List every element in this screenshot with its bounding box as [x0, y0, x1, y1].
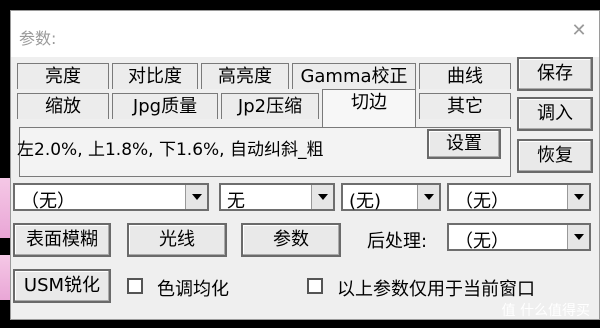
tab-crop-edge[interactable]: 切边	[322, 89, 416, 127]
post-process-select[interactable]: （无）	[447, 223, 591, 252]
load-button[interactable]: 调入	[517, 97, 593, 131]
tab-other[interactable]: 其它	[419, 93, 511, 119]
usm-sharpen-button[interactable]: USM锐化	[13, 269, 111, 303]
surface-blur-button[interactable]: 表面模糊	[13, 223, 111, 257]
tab-jpg-quality[interactable]: Jpg质量	[112, 93, 218, 119]
chevron-down-icon[interactable]	[311, 185, 333, 209]
current-window-only-checkbox[interactable]	[307, 278, 323, 294]
title-bar: 参数: ✕	[11, 11, 599, 57]
chevron-down-icon[interactable]	[567, 225, 589, 249]
restore-button[interactable]: 恢复	[517, 139, 593, 173]
lighting-button[interactable]: 光线	[127, 223, 227, 257]
tab-curve[interactable]: 曲线	[419, 63, 511, 89]
filter-select-4[interactable]: （无）	[447, 183, 591, 212]
filter-select-1-value: （无）	[21, 191, 75, 212]
tab-highlight[interactable]: 高亮度	[201, 63, 289, 89]
settings-button[interactable]: 设置	[427, 129, 501, 159]
tab-contrast[interactable]: 对比度	[112, 63, 198, 89]
filter-select-2-value: 无	[227, 191, 245, 212]
chevron-down-icon[interactable]	[185, 185, 207, 209]
tab-gamma[interactable]: Gamma校正	[292, 63, 416, 89]
parameters-button[interactable]: 参数	[241, 223, 341, 257]
tone-equalize-checkbox[interactable]	[127, 278, 143, 294]
filter-select-1[interactable]: （无）	[13, 183, 209, 212]
tab-scale[interactable]: 缩放	[17, 93, 109, 119]
tab-jp2-compression[interactable]: Jp2压缩	[221, 93, 319, 119]
post-process-label: 后处理:	[367, 231, 428, 252]
chevron-down-icon[interactable]	[417, 185, 439, 209]
post-process-value: （无）	[455, 231, 509, 252]
watermark: 值 什么值得买	[501, 303, 590, 319]
tone-equalize-label: 色调均化	[157, 279, 229, 300]
close-icon[interactable]: ✕	[569, 21, 589, 41]
window-title: 参数:	[19, 29, 57, 48]
chevron-down-icon[interactable]	[567, 185, 589, 209]
tab-brightness[interactable]: 亮度	[17, 63, 109, 89]
parameters-window: 参数: ✕ 亮度 对比度 高亮度 Gamma校正 曲线 缩放 Jpg质量 Jp2…	[10, 10, 600, 320]
filter-select-2[interactable]: 无	[219, 183, 335, 212]
filter-select-4-value: （无）	[455, 191, 509, 212]
crop-summary-text: 左2.0%, 上1.8%, 下1.6%, 自动纠斜_粗	[17, 140, 324, 160]
filter-select-3[interactable]: (无)	[341, 183, 441, 212]
save-button[interactable]: 保存	[517, 57, 593, 91]
current-window-only-label: 以上参数仅用于当前窗口	[337, 279, 535, 300]
filter-select-3-value: (无)	[349, 191, 382, 212]
